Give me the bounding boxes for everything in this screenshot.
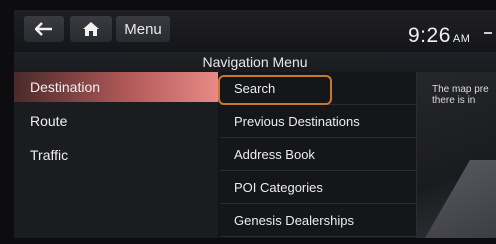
infotainment-screen: Menu 9:26 AM Navigation Menu Destination … xyxy=(14,10,496,238)
category-traffic[interactable]: Traffic xyxy=(14,140,218,170)
map-preview-text: The map pre there is in xyxy=(432,84,496,106)
map-preview-line-2: there is in xyxy=(432,95,476,106)
selection-highlight xyxy=(218,75,332,105)
list-item-address-book[interactable]: Address Book xyxy=(220,138,416,171)
map-preview-line-1: The map pre xyxy=(432,84,489,95)
menu-button[interactable]: Menu xyxy=(116,16,170,42)
top-bar: Menu 9:26 AM xyxy=(14,10,496,50)
back-arrow-icon xyxy=(35,22,52,36)
page-title: Navigation Menu xyxy=(14,52,496,72)
list-item-previous-destinations[interactable]: Previous Destinations xyxy=(220,105,416,138)
clock-time: 9:26 xyxy=(408,24,451,47)
list-item-poi-categories[interactable]: POI Categories xyxy=(220,171,416,204)
home-button[interactable] xyxy=(70,16,112,42)
menu-button-label: Menu xyxy=(124,20,162,38)
clock-ampm: AM xyxy=(452,33,471,45)
category-panel: Destination Route Traffic xyxy=(14,72,218,238)
clock: 9:26 AM xyxy=(408,24,470,48)
category-destination[interactable]: Destination xyxy=(14,72,218,102)
list-item-genesis-dealerships[interactable]: Genesis Dealerships xyxy=(220,204,416,237)
back-button[interactable] xyxy=(24,16,64,42)
home-icon xyxy=(83,22,99,36)
edge-indicator xyxy=(484,32,492,34)
category-route[interactable]: Route xyxy=(14,106,218,136)
